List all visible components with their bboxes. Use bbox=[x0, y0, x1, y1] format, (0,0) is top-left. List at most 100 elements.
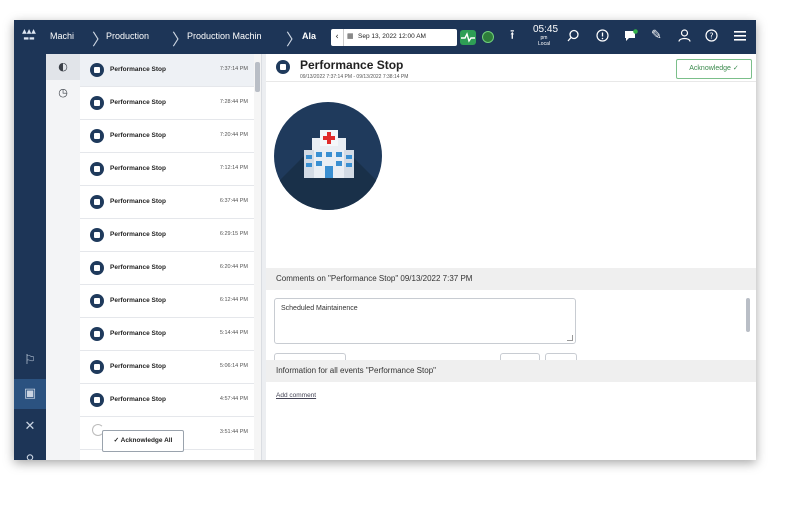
breadcrumb-production[interactable]: Production bbox=[106, 31, 149, 41]
svg-text:?: ? bbox=[709, 32, 713, 41]
person-icon[interactable] bbox=[14, 445, 46, 460]
event-list-item[interactable]: Performance Stop 4:57:44 PM bbox=[80, 384, 254, 417]
date-range-picker[interactable]: ‹ ▦ Sep 13, 2022 12:00 AM bbox=[331, 29, 457, 46]
event-time: 6:12:44 PM bbox=[219, 297, 248, 303]
event-list-item[interactable]: Performance Stop 6:20:44 PM bbox=[80, 252, 254, 285]
event-detail-pane: Performance Stop 09/13/2022 7:37:14 PM -… bbox=[266, 54, 756, 460]
event-list-item[interactable]: Performance Stop 7:12:14 PM bbox=[80, 153, 254, 186]
event-name: Performance Stop bbox=[110, 198, 166, 205]
calendar-icon: ▦ bbox=[347, 32, 354, 40]
event-name: Performance Stop bbox=[110, 297, 166, 304]
comment-text: Scheduled Maintainence bbox=[281, 305, 358, 312]
add-comment-link[interactable]: Add comment bbox=[276, 392, 316, 399]
event-name: Performance Stop bbox=[110, 99, 166, 106]
event-list-item[interactable]: Performance Stop 6:12:44 PM bbox=[80, 285, 254, 318]
event-time-range: 09/13/2022 7:37:14 PM - 09/13/2022 7:38:… bbox=[300, 74, 409, 80]
comments-header-text: Comments on "Performance Stop" 09/13/202… bbox=[276, 274, 473, 283]
stop-icon bbox=[90, 195, 104, 209]
chat-icon[interactable] bbox=[624, 29, 638, 46]
divider bbox=[266, 81, 756, 82]
clock-zone: Local bbox=[538, 41, 550, 47]
resize-grip-icon[interactable] bbox=[567, 335, 573, 341]
previous-date-icon[interactable]: ‹ bbox=[331, 29, 344, 46]
stop-icon bbox=[90, 294, 104, 308]
event-name: Performance Stop bbox=[110, 396, 166, 403]
acknowledge-all-button[interactable]: ✓ Acknowledge All bbox=[102, 430, 184, 452]
menu-icon[interactable] bbox=[733, 29, 747, 46]
event-list-item[interactable]: Performance Stop 6:37:44 PM bbox=[80, 186, 254, 219]
info-header-text: Information for all events "Performance … bbox=[276, 366, 436, 375]
clock-time: 05:45 bbox=[533, 24, 559, 35]
stop-icon bbox=[90, 96, 104, 110]
event-time: 6:20:44 PM bbox=[219, 264, 248, 270]
stop-icon bbox=[90, 129, 104, 143]
event-name: Performance Stop bbox=[110, 363, 166, 370]
event-title: Performance Stop bbox=[300, 58, 404, 72]
event-time: 7:37:14 PM bbox=[219, 66, 248, 72]
chevron-right-icon: 〉 bbox=[286, 30, 303, 49]
event-time: 5:14:44 PM bbox=[219, 330, 248, 336]
view-mode-rail: ◐ ◷ bbox=[46, 54, 81, 460]
scrollbar-thumb[interactable] bbox=[746, 298, 750, 332]
stop-icon bbox=[90, 228, 104, 242]
event-time: 7:20:44 PM bbox=[219, 132, 248, 138]
event-time: 3:51:44 PM bbox=[219, 429, 248, 435]
event-list-scrollbar[interactable] bbox=[254, 54, 261, 460]
search-icon[interactable] bbox=[567, 29, 580, 46]
event-name: Performance Stop bbox=[110, 330, 166, 337]
event-time: 7:28:44 PM bbox=[219, 99, 248, 105]
heartbeat-icon[interactable] bbox=[460, 30, 476, 45]
stop-icon bbox=[90, 327, 104, 341]
tools-icon[interactable]: ✕ bbox=[14, 412, 46, 442]
event-list-item[interactable]: Performance Stop 5:06:14 PM bbox=[80, 351, 254, 384]
event-list-item[interactable]: Performance Stop 7:37:14 PM bbox=[80, 54, 254, 87]
alert-icon[interactable] bbox=[596, 29, 609, 46]
status-online-icon[interactable] bbox=[482, 31, 494, 43]
edit-icon[interactable]: ✎ bbox=[651, 29, 662, 43]
stop-icon bbox=[276, 60, 290, 74]
brand-logo[interactable]: ▲▲▲ ▬▬ bbox=[18, 28, 40, 44]
event-time: 5:06:14 PM bbox=[219, 363, 248, 369]
breadcrumb-machines[interactable]: Machi bbox=[50, 31, 74, 41]
breadcrumb-alarms[interactable]: Ala bbox=[302, 31, 316, 41]
event-name: Performance Stop bbox=[110, 66, 166, 73]
event-time: 6:37:44 PM bbox=[219, 198, 248, 204]
date-range-text: Sep 13, 2022 12:00 AM bbox=[358, 33, 426, 40]
current-events-icon[interactable]: ◐ bbox=[46, 54, 80, 80]
user-icon[interactable] bbox=[678, 29, 691, 46]
comments-scrollbar[interactable] bbox=[744, 294, 752, 354]
history-icon[interactable]: ◷ bbox=[46, 80, 80, 106]
event-time: 7:12:14 PM bbox=[219, 165, 248, 171]
hospital-icon bbox=[274, 102, 382, 210]
flag-icon[interactable]: ⚐ bbox=[14, 346, 46, 376]
event-list-item[interactable]: Performance Stop 7:20:44 PM bbox=[80, 120, 254, 153]
comments-header: Comments on "Performance Stop" 09/13/202… bbox=[266, 268, 756, 290]
help-icon[interactable]: ? bbox=[705, 29, 718, 46]
alarms-nav-icon[interactable]: ▣ bbox=[14, 379, 46, 409]
info-header: Information for all events "Performance … bbox=[266, 360, 756, 382]
chevron-right-icon: 〉 bbox=[172, 30, 189, 49]
acknowledge-button[interactable]: Acknowledge ✓ bbox=[676, 59, 752, 79]
app-window: ▲▲▲ ▬▬ Machi 〉 Production 〉 Production Ma… bbox=[14, 20, 756, 460]
event-list-item[interactable]: Performance Stop 7:28:44 PM bbox=[80, 87, 254, 120]
comment-textarea[interactable]: Scheduled Maintainence bbox=[274, 298, 576, 344]
clock-display[interactable]: 05:45 pm Local bbox=[533, 24, 559, 48]
event-list: Performance Stop 7:37:14 PM Performance St… bbox=[80, 54, 254, 460]
event-name: Performance Stop bbox=[110, 231, 166, 238]
event-time: 6:29:15 PM bbox=[219, 231, 248, 237]
top-bar: ▲▲▲ ▬▬ Machi 〉 Production 〉 Production Ma… bbox=[14, 20, 756, 54]
event-time: 4:57:44 PM bbox=[219, 396, 248, 402]
stop-icon bbox=[90, 63, 104, 77]
event-name: Performance Stop bbox=[110, 165, 166, 172]
breadcrumb-production-machine[interactable]: Production Machin bbox=[187, 31, 262, 41]
event-name: Performance Stop bbox=[110, 264, 166, 271]
event-name: Performance Stop bbox=[110, 132, 166, 139]
stop-icon bbox=[90, 393, 104, 407]
event-list-item[interactable]: Performance Stop 6:29:15 PM bbox=[80, 219, 254, 252]
stop-icon bbox=[90, 162, 104, 176]
stop-icon bbox=[90, 261, 104, 275]
upload-icon[interactable]: ⭱ bbox=[510, 29, 515, 43]
scrollbar-thumb[interactable] bbox=[255, 62, 260, 92]
event-list-item[interactable]: Performance Stop 5:14:44 PM bbox=[80, 318, 254, 351]
stop-icon bbox=[90, 360, 104, 374]
